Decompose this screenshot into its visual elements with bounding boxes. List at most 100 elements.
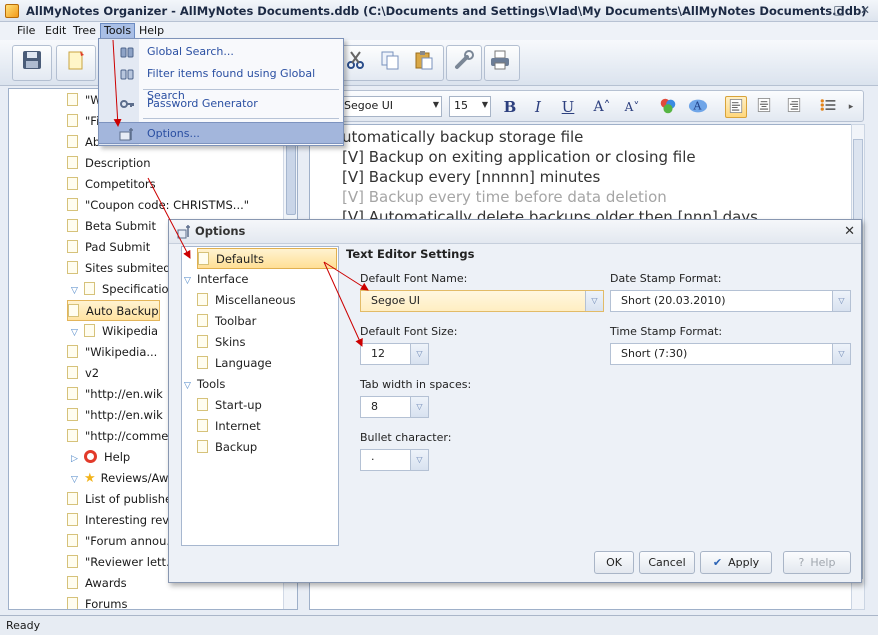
grow-font-button[interactable]: A˄ (591, 96, 613, 118)
expanded-arrow-icon[interactable]: ▽ (184, 376, 194, 397)
options-category-item[interactable]: Toolbar (197, 311, 256, 332)
menu-password-generator[interactable]: Password Generator (99, 93, 343, 115)
copy-icon[interactable] (376, 47, 404, 73)
font-size-combo[interactable]: 15 ▼ (449, 96, 491, 117)
save-icon[interactable] (18, 47, 46, 73)
options-category-item[interactable]: Language (197, 353, 272, 374)
bullet-character-select[interactable]: · ▽ (360, 449, 429, 471)
menu-filter-global-search[interactable]: Filter items found using Global Search (99, 63, 343, 102)
options-category-item[interactable]: Backup (197, 437, 257, 458)
tree-item[interactable]: ▷ Help (71, 447, 130, 468)
print-icon[interactable] (486, 47, 514, 73)
date-stamp-format-select[interactable]: Short (20.03.2010) ▽ (610, 290, 851, 312)
tab-width-select[interactable]: 8 ▽ (360, 396, 429, 418)
menu-tools[interactable]: Tools (100, 23, 136, 39)
menu-options[interactable]: Options... (99, 122, 343, 144)
font-size-value: 15 (454, 99, 468, 112)
tree-item[interactable]: ▽ Specifications (71, 279, 182, 300)
highlight-color-icon[interactable]: A (687, 96, 709, 118)
page-icon (67, 93, 78, 106)
minimize-button[interactable]: – (806, 2, 820, 18)
default-font-name-value: Segoe UI (371, 294, 421, 307)
ok-button[interactable]: OK (594, 551, 634, 574)
shrink-font-button[interactable]: A˅ (621, 96, 643, 118)
options-category-item[interactable]: Defaults (197, 248, 337, 269)
time-stamp-format-select[interactable]: Short (7:30) ▽ (610, 343, 851, 365)
page-icon (67, 387, 78, 400)
menu-global-search[interactable]: Global Search... (99, 41, 343, 63)
tree-item[interactable]: "Wikipedia... (67, 342, 157, 363)
tree-item[interactable]: "http://comme (67, 426, 168, 447)
help-icon: ? (798, 556, 805, 569)
tree-item[interactable]: Forums (67, 594, 127, 609)
close-button[interactable]: ✕ (858, 2, 872, 18)
default-font-name-select[interactable]: Segoe UI ▽ (360, 290, 604, 312)
expanded-arrow-icon[interactable]: ▽ (71, 281, 81, 302)
expanded-arrow-icon[interactable]: ▽ (71, 323, 81, 344)
page-icon (197, 398, 208, 411)
tree-item[interactable]: Awards (67, 573, 127, 594)
dialog-close-button[interactable]: ✕ (844, 224, 855, 239)
page-icon (84, 282, 95, 295)
menu-tree[interactable]: Tree (70, 23, 99, 39)
page-icon (198, 252, 209, 265)
expanded-arrow-icon[interactable]: ▽ (184, 271, 194, 292)
tree-item[interactable]: Competitors (67, 174, 156, 195)
tree-item-label: Interesting rev... (85, 513, 180, 527)
cancel-button[interactable]: Cancel (639, 551, 695, 574)
align-center-icon[interactable] (753, 96, 775, 118)
align-right-icon[interactable] (783, 96, 805, 118)
options-icon (177, 224, 191, 239)
collapsed-arrow-icon[interactable]: ▷ (71, 449, 81, 470)
tree-item[interactable]: Interesting rev... (67, 510, 179, 531)
tree-item[interactable]: Auto Backup (67, 300, 160, 321)
italic-button[interactable]: I (527, 96, 549, 118)
options-dialog: Options ✕ Defaults ▽ Interface Miscellaneou… (168, 219, 862, 583)
options-category-tree[interactable]: Defaults ▽ Interface Miscellaneous Toolbar Sk… (181, 246, 339, 546)
tree-item[interactable]: "http://en.wik (67, 405, 163, 426)
paste-icon[interactable] (410, 47, 438, 73)
bold-button[interactable]: B (499, 96, 521, 118)
default-font-size-select[interactable]: 12 ▽ (360, 343, 429, 365)
menu-item-label: Global Search... (147, 45, 234, 58)
options-category-item[interactable]: Miscellaneous (197, 290, 296, 311)
font-name-combo[interactable]: Segoe UI ▼ (339, 96, 442, 117)
menu-edit[interactable]: Edit (42, 23, 69, 39)
editor-line: [V] Backup on exiting application or clo… (342, 148, 696, 166)
page-icon (67, 177, 78, 190)
help-label: Help (810, 556, 836, 569)
options-category-item[interactable]: Internet (197, 416, 261, 437)
menu-item-label: Options... (147, 127, 200, 140)
tree-item[interactable]: Description (67, 153, 151, 174)
options-category-item[interactable]: Skins (197, 332, 245, 353)
text-color-icon[interactable] (657, 96, 679, 118)
options-category-item[interactable]: ▽ Interface (184, 269, 249, 290)
options-category-item[interactable]: ▽ Tools (184, 374, 225, 395)
options-category-item[interactable]: Start-up (197, 395, 262, 416)
tools-wrench-icon[interactable] (450, 47, 478, 73)
tree-item[interactable]: "Reviewer lett... (67, 552, 177, 573)
align-left-icon[interactable] (725, 96, 747, 118)
underline-button[interactable]: U (557, 96, 579, 118)
cut-icon[interactable] (342, 47, 370, 73)
apply-button[interactable]: ✔ Apply (700, 551, 772, 574)
menu-help[interactable]: Help (136, 23, 167, 39)
tree-item[interactable]: ▽ Wikipedia (71, 321, 158, 342)
tree-item[interactable]: v2 (67, 363, 99, 384)
tree-item[interactable]: List of publishe... (67, 489, 183, 510)
dialog-title-bar: Options ✕ (169, 220, 861, 244)
new-note-icon[interactable] (62, 47, 90, 73)
menu-file[interactable]: File (14, 23, 38, 39)
bullet-list-icon[interactable] (817, 96, 839, 118)
expanded-arrow-icon[interactable]: ▽ (71, 470, 81, 491)
toolbar-overflow-icon[interactable]: ▸ (845, 96, 857, 118)
tree-item[interactable]: "http://en.wik (67, 384, 163, 405)
maximize-button[interactable]: □ (832, 2, 846, 18)
tree-item[interactable]: "Coupon code: CHRISTMS..." (67, 195, 249, 216)
tree-item[interactable]: Sites submited (67, 258, 171, 279)
help-button[interactable]: ? Help (783, 551, 851, 574)
tree-item[interactable]: "Forum annou... (67, 531, 177, 552)
tree-item[interactable]: Beta Submit (67, 216, 156, 237)
tree-item[interactable]: Pad Submit (67, 237, 150, 258)
tab-width-label: Tab width in spaces: (360, 378, 472, 391)
